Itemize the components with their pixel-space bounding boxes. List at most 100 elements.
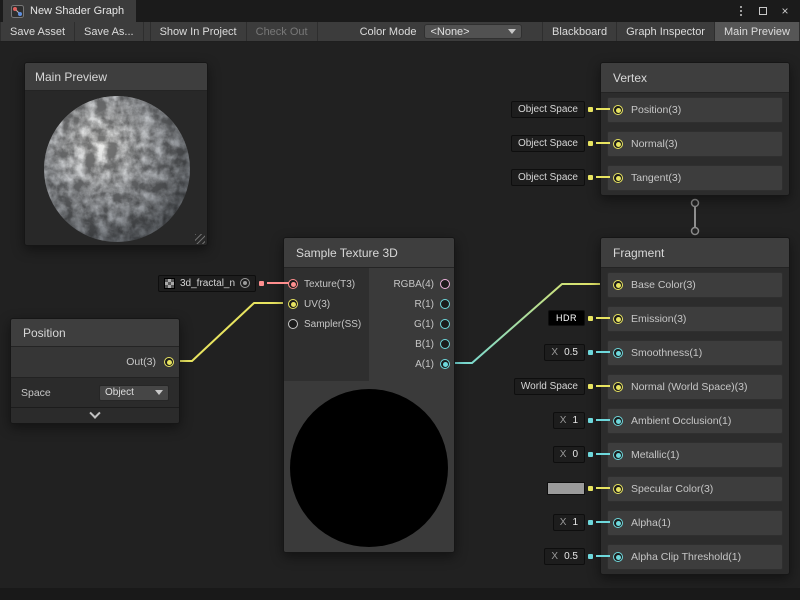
specular-color-input-port[interactable] <box>613 484 623 494</box>
float-field[interactable]: X 0 <box>553 446 585 463</box>
save-as-button[interactable]: Save As... <box>75 22 144 41</box>
vertex-position-block[interactable]: Position(3) <box>607 97 783 123</box>
vertex-tangent-block[interactable]: Tangent(3) <box>607 165 783 191</box>
smoothness-block[interactable]: Smoothness(1) <box>607 340 783 366</box>
space-pill[interactable]: Object Space <box>511 169 585 186</box>
vertex-node-title[interactable]: Vertex <box>601 63 789 93</box>
alpha-clip-value-badge[interactable]: X 0.5 <box>544 543 610 569</box>
uv-input-row[interactable]: UV(3) <box>288 294 369 314</box>
float-field[interactable]: X 0.5 <box>544 548 585 565</box>
blackboard-toggle-button[interactable]: Blackboard <box>542 22 617 41</box>
main-preview-title[interactable]: Main Preview <box>25 63 207 91</box>
a-output-port[interactable] <box>440 359 450 369</box>
node-collapse-bar[interactable] <box>11 407 179 424</box>
normal-space-mode-badge[interactable]: World Space <box>514 373 610 399</box>
color-mode-dropdown[interactable]: <None> <box>424 24 522 39</box>
close-icon[interactable]: × <box>776 2 794 20</box>
metallic-value-badge[interactable]: X 0 <box>553 441 610 467</box>
alpha-block[interactable]: Alpha(1) <box>607 510 783 536</box>
hdr-field[interactable]: HDR <box>548 310 585 326</box>
rgba-output-port[interactable] <box>440 279 450 289</box>
specular-color-swatch-badge[interactable] <box>547 475 610 501</box>
vertex-fragment-link[interactable] <box>692 200 699 235</box>
position-out-row[interactable]: Out(3) <box>11 347 179 377</box>
shader-graph-tab[interactable]: New Shader Graph <box>3 0 136 22</box>
rgba-output-row[interactable]: RGBA(4) <box>369 274 450 294</box>
normal-ws-block[interactable]: Normal (World Space)(3) <box>607 374 783 400</box>
space-pill[interactable]: World Space <box>514 378 585 395</box>
main-preview-panel[interactable]: Main Preview <box>24 62 208 246</box>
position-space-badge[interactable]: Object Space <box>511 96 610 122</box>
emission-hdr-badge[interactable]: HDR <box>548 305 610 331</box>
uv-input-port[interactable] <box>288 299 298 309</box>
r-output-row[interactable]: R(1) <box>369 294 450 314</box>
emission-block[interactable]: Emission(3) <box>607 306 783 332</box>
a-output-row[interactable]: A(1) <box>369 354 450 374</box>
graph-inspector-toggle-button[interactable]: Graph Inspector <box>617 22 715 41</box>
b-output-row[interactable]: B(1) <box>369 334 450 354</box>
show-in-project-button[interactable]: Show In Project <box>150 22 247 41</box>
sample-texture-node-title[interactable]: Sample Texture 3D <box>284 238 454 268</box>
float-field[interactable]: X 1 <box>553 514 585 531</box>
graph-canvas[interactable]: Main Preview <box>0 42 800 588</box>
sampler-input-port[interactable] <box>288 319 298 329</box>
tangent-space-badge[interactable]: Object Space <box>511 164 610 190</box>
smoothness-value-badge[interactable]: X 0.5 <box>544 339 610 365</box>
specular-color-block[interactable]: Specular Color(3) <box>607 476 783 502</box>
texture-input-row[interactable]: Texture(T3) <box>288 274 369 294</box>
fragment-node-title[interactable]: Fragment <box>601 238 789 268</box>
position-node-title[interactable]: Position <box>11 319 179 347</box>
tangent-input-port[interactable] <box>613 173 623 183</box>
b-output-port[interactable] <box>440 339 450 349</box>
texture-asset-badge[interactable]: 3d_fractal_n <box>158 273 289 293</box>
preview-sphere[interactable] <box>41 93 193 246</box>
position-out-port[interactable] <box>164 357 174 367</box>
color-swatch[interactable] <box>547 482 585 495</box>
normal-ws-input-port[interactable] <box>613 382 623 392</box>
space-pill[interactable]: Object Space <box>511 135 585 152</box>
normal-space-badge[interactable]: Object Space <box>511 130 610 156</box>
ambient-occlusion-block[interactable]: Ambient Occlusion(1) <box>607 408 783 434</box>
texture-input-port[interactable] <box>288 279 298 289</box>
alpha-clip-block[interactable]: Alpha Clip Threshold(1) <box>607 544 783 570</box>
sample-texture-3d-node[interactable]: Sample Texture 3D Texture(T3) UV(3) Samp… <box>283 237 455 553</box>
base-color-block[interactable]: Base Color(3) <box>607 272 783 298</box>
position-node[interactable]: Position Out(3) Space Object <box>10 318 180 424</box>
position-input-port[interactable] <box>613 105 623 115</box>
x-axis-label: X <box>551 551 558 562</box>
metallic-input-port[interactable] <box>613 450 623 460</box>
vertex-context-node[interactable]: Vertex Position(3) Normal(3) Tangent(3) <box>600 62 790 196</box>
space-dropdown[interactable]: Object <box>99 385 169 401</box>
vertex-normal-block[interactable]: Normal(3) <box>607 131 783 157</box>
fragment-context-node[interactable]: Fragment Base Color(3) Emission(3) Smoot… <box>600 237 790 575</box>
kebab-menu-icon[interactable] <box>732 2 750 20</box>
ambient-occlusion-input-port[interactable] <box>613 416 623 426</box>
float-field[interactable]: X 0.5 <box>544 344 585 361</box>
space-pill[interactable]: Object Space <box>511 101 585 118</box>
g-output-row[interactable]: G(1) <box>369 314 450 334</box>
panel-resize-handle[interactable] <box>195 234 205 244</box>
main-preview-toggle-button[interactable]: Main Preview <box>715 22 800 41</box>
smoothness-input-port[interactable] <box>613 348 623 358</box>
badge-wire <box>267 282 289 284</box>
badge-port-dot <box>588 175 593 180</box>
g-output-port[interactable] <box>440 319 450 329</box>
maximize-icon[interactable] <box>754 2 772 20</box>
r-output-port[interactable] <box>440 299 450 309</box>
normal-input-port[interactable] <box>613 139 623 149</box>
alpha-clip-input-port[interactable] <box>613 552 623 562</box>
emission-input-port[interactable] <box>613 314 623 324</box>
alpha-value-badge[interactable]: X 1 <box>553 509 610 535</box>
base-color-input-port[interactable] <box>613 280 623 290</box>
output-label: R(1) <box>415 299 434 310</box>
sampler-input-row[interactable]: Sampler(SS) <box>288 314 369 334</box>
float-field[interactable]: X 1 <box>553 412 585 429</box>
badge-port-dot <box>588 384 593 389</box>
wire-position-out-to-uv[interactable] <box>171 303 292 361</box>
object-picker-icon[interactable] <box>240 278 250 288</box>
alpha-input-port[interactable] <box>613 518 623 528</box>
metallic-block[interactable]: Metallic(1) <box>607 442 783 468</box>
texture-object-field[interactable]: 3d_fractal_n <box>158 275 256 292</box>
ambient-occlusion-value-badge[interactable]: X 1 <box>553 407 610 433</box>
save-asset-button[interactable]: Save Asset <box>0 22 75 41</box>
